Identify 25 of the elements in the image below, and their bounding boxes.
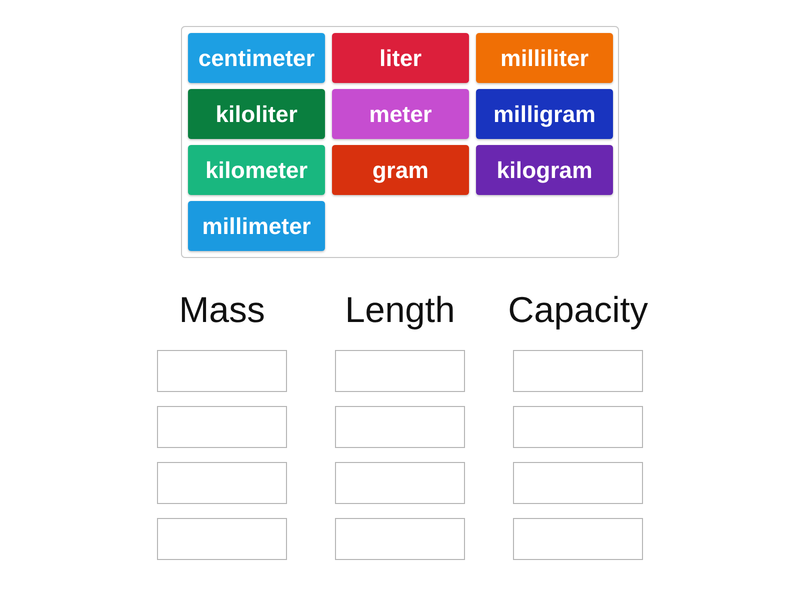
word-tile[interactable]: kiloliter bbox=[188, 89, 325, 139]
word-tile[interactable]: kilogram bbox=[476, 145, 613, 195]
drop-box[interactable] bbox=[335, 518, 465, 560]
word-tile[interactable]: centimeter bbox=[188, 33, 325, 83]
drop-box[interactable] bbox=[513, 350, 643, 392]
drop-box[interactable] bbox=[157, 518, 287, 560]
drop-box[interactable] bbox=[157, 462, 287, 504]
drop-box[interactable] bbox=[157, 350, 287, 392]
drop-box[interactable] bbox=[335, 350, 465, 392]
drop-box[interactable] bbox=[513, 518, 643, 560]
drop-box[interactable] bbox=[513, 462, 643, 504]
word-tile[interactable]: millimeter bbox=[188, 201, 325, 251]
word-tile[interactable]: milliliter bbox=[476, 33, 613, 83]
group-heading: Mass bbox=[178, 288, 265, 331]
word-tile[interactable]: milligram bbox=[476, 89, 613, 139]
drop-box[interactable] bbox=[335, 406, 465, 448]
word-tile[interactable]: liter bbox=[332, 33, 469, 83]
group-heading: Length bbox=[344, 288, 456, 331]
drop-box[interactable] bbox=[335, 462, 465, 504]
drop-box[interactable] bbox=[157, 406, 287, 448]
word-tile[interactable]: gram bbox=[332, 145, 469, 195]
word-tile[interactable]: meter bbox=[332, 89, 469, 139]
drop-box[interactable] bbox=[513, 406, 643, 448]
word-tile[interactable]: kilometer bbox=[188, 145, 325, 195]
group-heading: Capacity bbox=[508, 288, 648, 331]
